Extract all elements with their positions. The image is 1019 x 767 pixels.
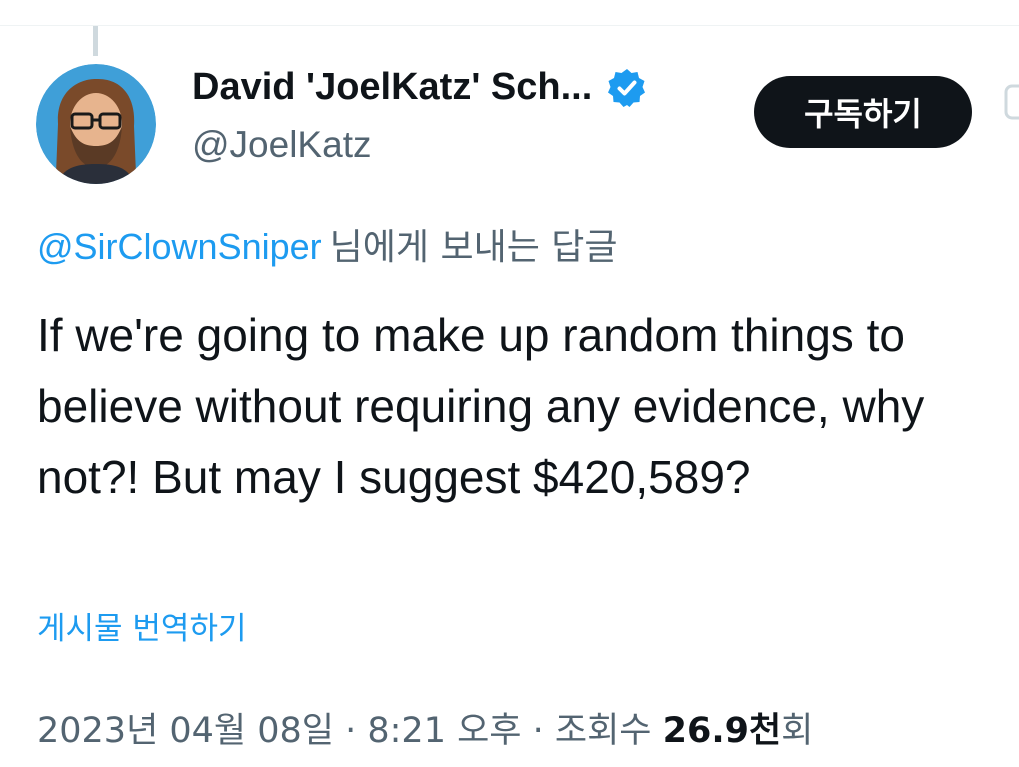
thread-connector-line — [93, 26, 98, 56]
avatar-illustration-icon — [36, 64, 156, 184]
views-suffix: 회 — [781, 711, 814, 751]
author-handle[interactable]: @JoelKatz — [192, 124, 371, 166]
timestamp[interactable]: 2023년 04월 08일 · 8:21 오후 · 조회수 — [37, 711, 663, 751]
verified-badge-icon[interactable] — [606, 67, 648, 109]
more-options-icon[interactable] — [1004, 82, 1019, 122]
avatar[interactable] — [36, 64, 156, 184]
views-count[interactable]: 26.9천 — [663, 711, 782, 751]
tweet-meta: 2023년 04월 08일 · 8:21 오후 · 조회수 26.9천회 — [37, 702, 813, 753]
translate-post-link[interactable]: 게시물 번역하기 — [37, 603, 247, 648]
tweet-text: If we're going to make up random things … — [37, 309, 925, 503]
author-row: David 'JoelKatz' Sch... — [192, 66, 648, 109]
top-divider — [0, 25, 1019, 26]
reply-suffix-text: 님에게 보내는 답글 — [329, 227, 618, 268]
author-name[interactable]: David 'JoelKatz' Sch... — [192, 66, 592, 109]
reply-mention-link[interactable]: @SirClownSniper — [37, 226, 322, 267]
subscribe-button[interactable]: 구독하기 — [754, 76, 972, 148]
reply-context: @SirClownSniper 님에게 보내는 답글 — [37, 218, 618, 270]
